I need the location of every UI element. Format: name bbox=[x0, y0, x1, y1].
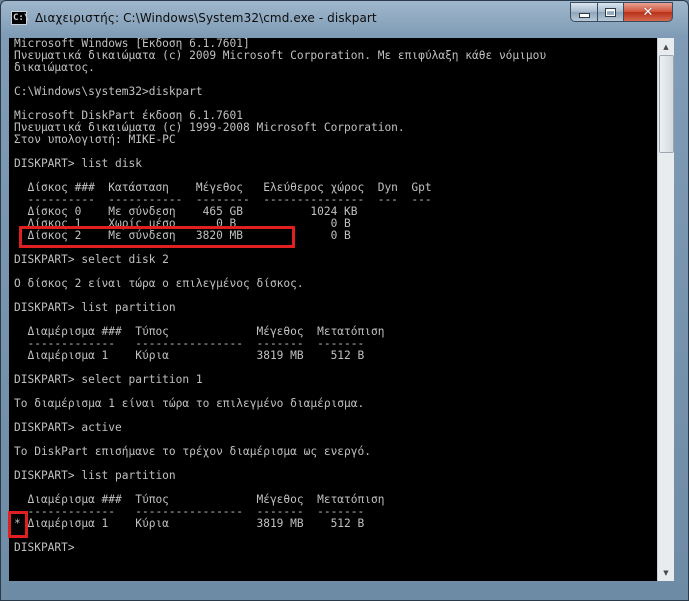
console-line: δικαιώματος. bbox=[14, 61, 95, 74]
console-output[interactable]: Microsoft Windows [Έκδοση 6.1.7601] Πνευμ… bbox=[9, 38, 657, 581]
console-line: DISKPART> bbox=[14, 541, 75, 554]
console-line: DISKPART> active bbox=[14, 421, 122, 434]
console-line: DISKPART> select partition 1 bbox=[14, 373, 203, 386]
scroll-up-button[interactable]: ▲ bbox=[658, 38, 674, 55]
console-line: Στον υπολογιστή: MIKE-PC bbox=[14, 133, 176, 146]
cmd-icon[interactable]: C:\ bbox=[11, 11, 30, 25]
maximize-icon bbox=[605, 7, 616, 17]
console-line: C:\Windows\system32>diskpart bbox=[14, 85, 203, 98]
console-line: Το DiskPart επισήμανε το τρέχον διαμέρισ… bbox=[14, 445, 371, 458]
console-text: Microsoft Windows [Έκδοση 6.1.7601] Πνευμ… bbox=[14, 38, 546, 554]
maximize-button[interactable] bbox=[597, 2, 624, 22]
cmd-window: C:\ Διαχειριστής: C:\Windows\System32\cm… bbox=[0, 0, 689, 601]
console-line: DISKPART> list partition bbox=[14, 469, 176, 482]
scroll-down-button[interactable]: ▼ bbox=[658, 564, 674, 581]
console-line: Το διαμέρισμα 1 είναι τώρα το επιλεγμένο… bbox=[14, 397, 365, 410]
title-bar[interactable]: C:\ Διαχειριστής: C:\Windows\System32\cm… bbox=[1, 1, 688, 37]
scroll-down-icon: ▼ bbox=[663, 568, 669, 577]
console-line: Διαμέρισμα 1 Κύρια 3819 MB 512 B bbox=[14, 349, 365, 362]
minimize-icon bbox=[578, 13, 590, 18]
console-line: DISKPART> list disk bbox=[14, 157, 142, 170]
console-line: DISKPART> select disk 2 bbox=[14, 253, 169, 266]
console-line: DISKPART> list partition bbox=[14, 301, 176, 314]
close-button[interactable]: ✕ bbox=[623, 2, 673, 22]
highlight-active-marker bbox=[8, 511, 28, 538]
scroll-thumb[interactable] bbox=[659, 55, 674, 153]
window-bottom-frame bbox=[9, 581, 674, 594]
console-line: * Διαμέρισμα 1 Κύρια 3819 MB 512 B bbox=[14, 517, 365, 530]
highlight-disk-2-row bbox=[19, 226, 295, 248]
scroll-up-icon: ▲ bbox=[663, 42, 669, 51]
console-line: Ο δίσκος 2 είναι τώρα ο επιλεγμένος δίσκ… bbox=[14, 277, 304, 290]
minimize-button[interactable] bbox=[570, 2, 598, 22]
cmd-icon-glyph: C:\ bbox=[13, 13, 30, 23]
window-title: Διαχειριστής: C:\Windows\System32\cmd.ex… bbox=[35, 11, 377, 25]
vertical-scrollbar[interactable]: ▲ ▼ bbox=[657, 38, 674, 581]
close-icon: ✕ bbox=[642, 4, 654, 20]
